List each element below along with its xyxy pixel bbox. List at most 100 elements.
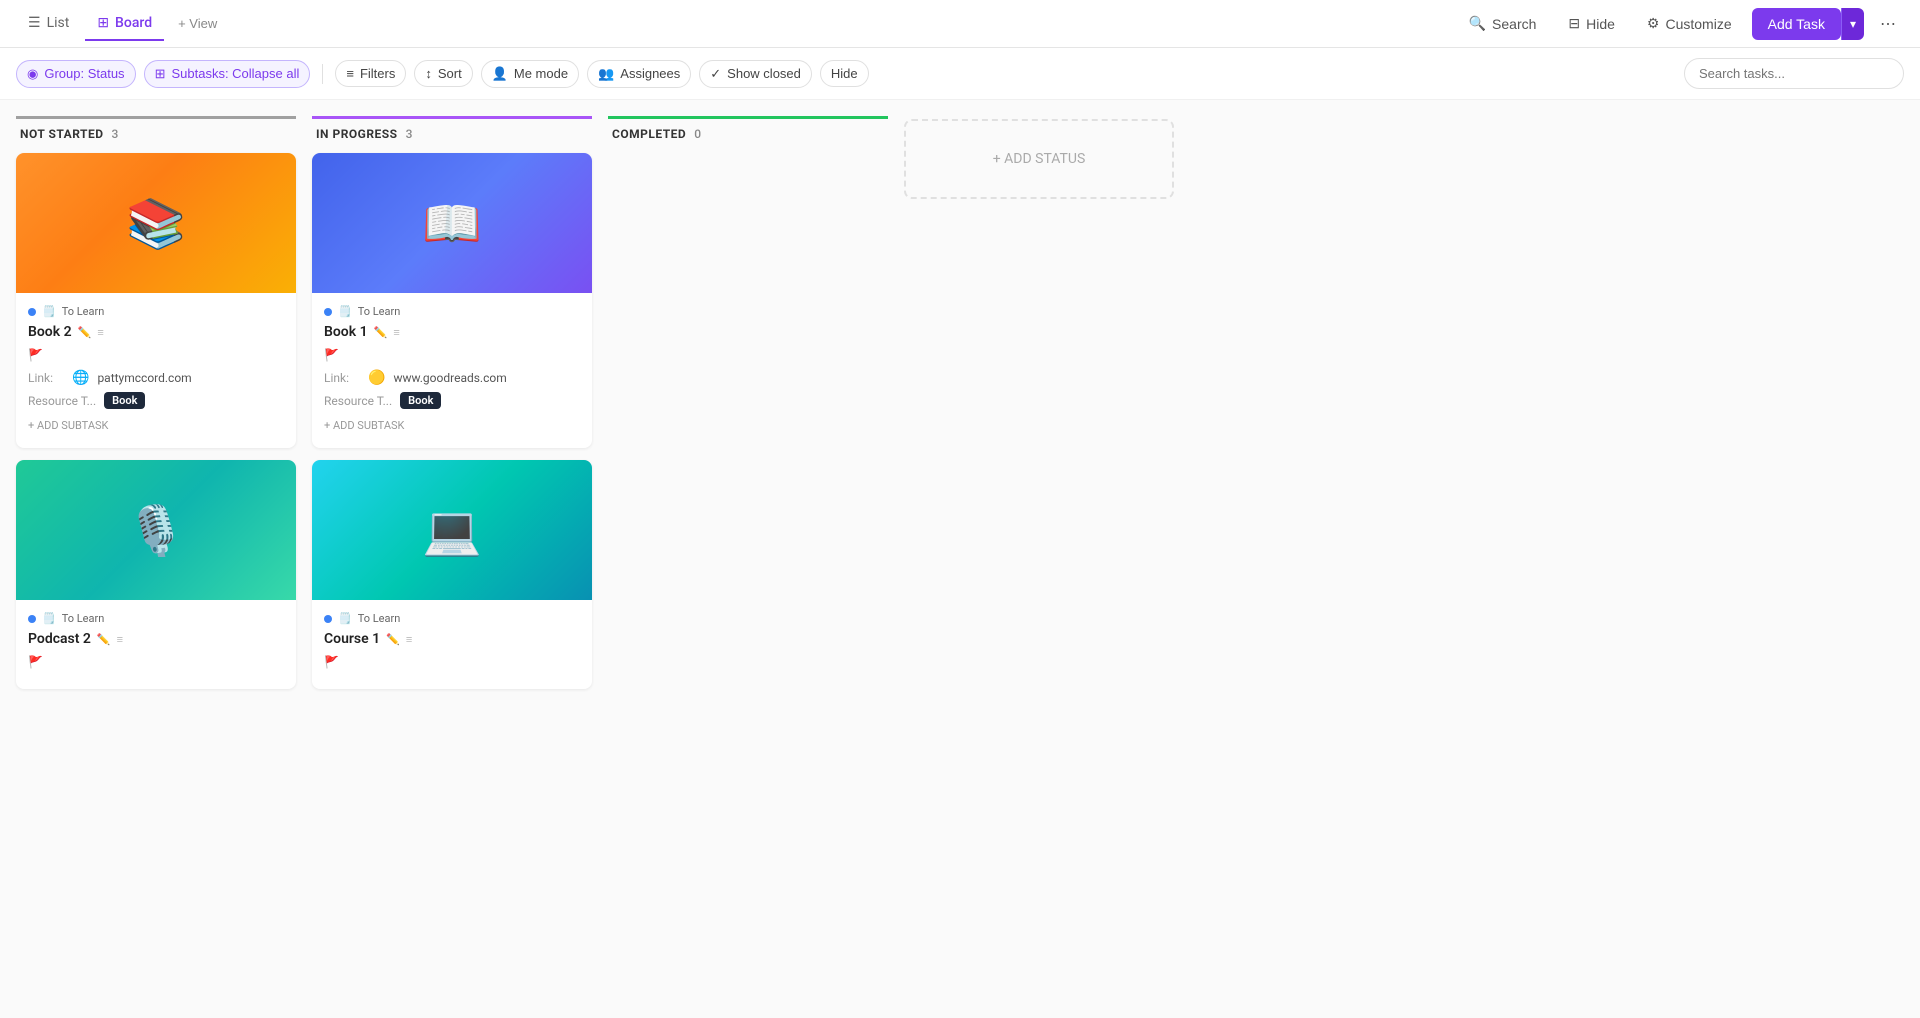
nav-right-actions: 🔍 Search ⊟ Hide ⚙ Customize Add Task ▾ ⋯ [1457, 8, 1904, 40]
card-book-1-menu-icon[interactable]: ≡ [393, 326, 399, 339]
filters-icon: ≡ [346, 66, 354, 81]
hide-nav-label: Hide [1586, 16, 1615, 32]
add-task-dropdown-button[interactable]: ▾ [1841, 8, 1864, 40]
completed-count: 0 [694, 127, 701, 141]
in-progress-title: IN PROGRESS [316, 127, 398, 141]
sort-chip[interactable]: ↕ Sort [414, 60, 472, 87]
assignees-label: Assignees [620, 66, 680, 81]
card-book-1-list-icon: 🗒️ [338, 305, 352, 318]
list-icon: ☰ [28, 15, 41, 31]
card-book-1-edit-icon[interactable]: ✏️ [374, 326, 388, 339]
me-mode-icon: 👤 [492, 66, 508, 82]
toolbar: ◉ Group: Status ⊞ Subtasks: Collapse all… [0, 48, 1920, 100]
hide-chip-label: Hide [831, 66, 858, 81]
add-task-button[interactable]: Add Task [1752, 8, 1841, 40]
hide-chip[interactable]: Hide [820, 60, 869, 87]
add-view-button[interactable]: + View [168, 10, 227, 37]
card-book-1-link: Link: 🟡 www.goodreads.com [324, 370, 580, 386]
me-mode-chip[interactable]: 👤 Me mode [481, 60, 579, 88]
column-not-started: NOT STARTED 3 📚 🗒️ To Learn Book 2 ✏️ ≡ … [16, 116, 296, 701]
card-course-1-list-icon: 🗒️ [338, 612, 352, 625]
card-course-1-status-dot [324, 615, 332, 623]
card-course-1-category: To Learn [358, 612, 401, 625]
filters-chip[interactable]: ≡ Filters [335, 60, 406, 87]
customize-button[interactable]: ⚙ Customize [1635, 9, 1744, 38]
card-book-2-badge: Book [104, 392, 145, 409]
group-status-chip[interactable]: ◉ Group: Status [16, 60, 136, 88]
card-book-2[interactable]: 📚 🗒️ To Learn Book 2 ✏️ ≡ 🚩 Link: 🌐 pa [16, 153, 296, 448]
card-course-1-title-row: Course 1 ✏️ ≡ [324, 631, 580, 647]
add-task-dropdown-icon: ▾ [1850, 17, 1856, 31]
tab-board[interactable]: ⊞ Board [85, 7, 164, 41]
card-course-1[interactable]: 💻 🗒️ To Learn Course 1 ✏️ ≡ 🚩 [312, 460, 592, 689]
card-book-2-meta: 🗒️ To Learn [28, 305, 284, 318]
nav-overflow-button[interactable]: ⋯ [1872, 8, 1904, 40]
group-status-label: Group: Status [44, 66, 124, 81]
card-book-1-category: To Learn [358, 305, 401, 318]
customize-nav-icon: ⚙ [1647, 15, 1660, 32]
search-tasks-input[interactable] [1684, 58, 1904, 89]
card-course-1-menu-icon[interactable]: ≡ [406, 633, 412, 646]
card-course-1-body: 🗒️ To Learn Course 1 ✏️ ≡ 🚩 [312, 600, 592, 689]
card-book-1-meta: 🗒️ To Learn [324, 305, 580, 318]
card-book-1-badge: Book [400, 392, 441, 409]
hide-nav-icon: ⊟ [1568, 15, 1580, 32]
not-started-title: NOT STARTED [20, 127, 104, 141]
card-podcast-2-edit-icon[interactable]: ✏️ [97, 633, 111, 646]
card-podcast-2[interactable]: 🎙️ 🗒️ To Learn Podcast 2 ✏️ ≡ 🚩 [16, 460, 296, 689]
column-completed: COMPLETED 0 [608, 116, 888, 153]
card-book-2-link-label: Link: [28, 371, 64, 385]
card-podcast-2-status-dot [28, 615, 36, 623]
card-book-1-link-icon: 🟡 [368, 370, 385, 386]
search-nav-label: Search [1492, 16, 1536, 32]
column-header-not-started: NOT STARTED 3 [16, 116, 296, 153]
column-header-in-progress: IN PROGRESS 3 [312, 116, 592, 153]
card-book-1-resource-label: Resource T... [324, 394, 392, 408]
card-podcast-2-menu-icon[interactable]: ≡ [117, 633, 123, 646]
tab-list[interactable]: ☰ List [16, 7, 81, 41]
hide-button[interactable]: ⊟ Hide [1556, 9, 1627, 38]
card-book-1-link-label: Link: [324, 371, 360, 385]
card-book-2-add-subtask[interactable]: + ADD SUBTASK [28, 415, 284, 436]
podcast-2-emoji: 🎙️ [126, 502, 186, 559]
toolbar-search [1684, 58, 1904, 89]
card-podcast-2-title: Podcast 2 [28, 631, 91, 647]
add-status-column[interactable]: + ADD STATUS [904, 119, 1174, 199]
card-book-1-image: 📖 [312, 153, 592, 293]
card-course-1-edit-icon[interactable]: ✏️ [386, 633, 400, 646]
card-book-1-flag: 🚩 [324, 348, 580, 362]
card-podcast-2-list-icon: 🗒️ [42, 612, 56, 625]
tab-list-label: List [47, 15, 70, 31]
card-book-2-menu-icon[interactable]: ≡ [97, 326, 103, 339]
board-icon: ⊞ [97, 15, 109, 31]
assignees-chip[interactable]: 👥 Assignees [587, 60, 691, 88]
card-book-1[interactable]: 📖 🗒️ To Learn Book 1 ✏️ ≡ 🚩 Link: 🟡 ww [312, 153, 592, 448]
show-closed-chip[interactable]: ✓ Show closed [699, 60, 812, 88]
filters-label: Filters [360, 66, 395, 81]
card-book-1-add-subtask[interactable]: + ADD SUBTASK [324, 415, 580, 436]
me-mode-label: Me mode [514, 66, 568, 81]
search-button[interactable]: 🔍 Search [1457, 9, 1549, 38]
subtasks-chip[interactable]: ⊞ Subtasks: Collapse all [144, 60, 311, 88]
card-book-2-link-value[interactable]: pattymccord.com [97, 371, 191, 385]
card-book-2-title: Book 2 [28, 324, 72, 340]
card-book-2-category: To Learn [62, 305, 105, 318]
card-book-2-image: 📚 [16, 153, 296, 293]
sort-label: Sort [438, 66, 462, 81]
column-in-progress: IN PROGRESS 3 📖 🗒️ To Learn Book 1 ✏️ ≡ … [312, 116, 592, 701]
top-nav: ☰ List ⊞ Board + View 🔍 Search ⊟ Hide ⚙ … [0, 0, 1920, 48]
course-1-emoji: 💻 [422, 502, 482, 559]
in-progress-count: 3 [406, 127, 413, 141]
card-book-2-edit-icon[interactable]: ✏️ [78, 326, 92, 339]
card-book-1-link-value[interactable]: www.goodreads.com [393, 371, 506, 385]
column-header-completed: COMPLETED 0 [608, 116, 888, 153]
sort-icon: ↕ [425, 66, 432, 81]
tab-board-label: Board [115, 15, 152, 31]
card-book-2-body: 🗒️ To Learn Book 2 ✏️ ≡ 🚩 Link: 🌐 pattym… [16, 293, 296, 448]
card-book-1-resource: Resource T... Book [324, 392, 580, 409]
not-started-count: 3 [112, 127, 119, 141]
card-book-2-link: Link: 🌐 pattymccord.com [28, 370, 284, 386]
show-closed-icon: ✓ [710, 66, 721, 82]
card-book-1-title: Book 1 [324, 324, 368, 340]
subtasks-label: Subtasks: Collapse all [171, 66, 299, 81]
